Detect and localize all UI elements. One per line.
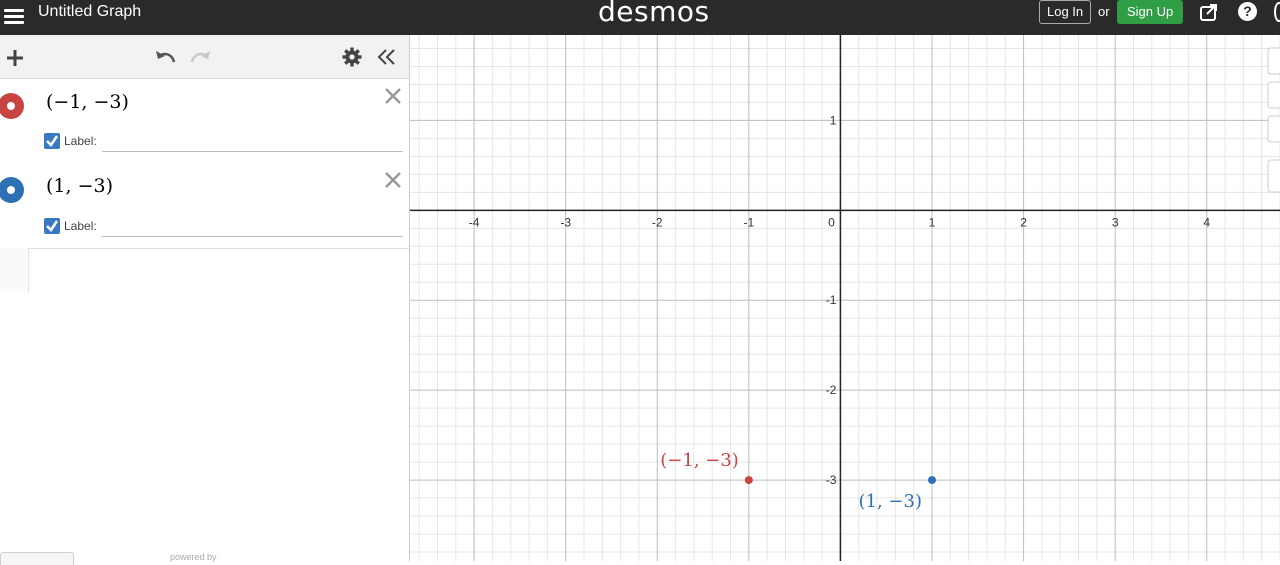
y-tick-label: -3 xyxy=(826,473,837,487)
expression-row-1[interactable]: (−1, −3) Label: xyxy=(0,79,409,164)
expression-latex[interactable]: (1, −3) xyxy=(46,175,113,197)
point-label[interactable]: (1, −3) xyxy=(859,491,922,512)
bottom-tab[interactable] xyxy=(0,552,74,565)
x-tick-label: -4 xyxy=(469,215,480,229)
share-icon[interactable] xyxy=(1199,2,1219,22)
x-tick-label: 2 xyxy=(1020,215,1027,229)
point-color-icon[interactable] xyxy=(0,177,24,203)
graph-point[interactable] xyxy=(744,476,753,485)
close-icon[interactable] xyxy=(384,87,402,105)
expression-list: (−1, −3) Label: (1, −3) Label: powered b… xyxy=(0,35,410,565)
label-input[interactable] xyxy=(102,131,403,152)
signup-button[interactable]: Sign Up xyxy=(1117,0,1184,24)
label-checkbox-text: Label: xyxy=(64,219,97,233)
label-checkbox[interactable] xyxy=(44,133,60,149)
x-tick-label: 4 xyxy=(1203,215,1210,229)
gear-icon[interactable] xyxy=(342,47,362,67)
x-tick-label: -2 xyxy=(652,215,663,229)
x-tick-label: -1 xyxy=(744,215,755,229)
zoom-in-button[interactable] xyxy=(1267,47,1280,75)
login-button[interactable]: Log In xyxy=(1039,0,1092,24)
x-tick-label: 3 xyxy=(1112,215,1119,229)
expression-toolbar xyxy=(0,35,409,79)
expression-latex[interactable]: (−1, −3) xyxy=(46,91,129,113)
axes xyxy=(410,35,1280,561)
or-text: or xyxy=(1098,4,1110,19)
minor-grid xyxy=(410,35,1280,561)
graph-settings-button[interactable] xyxy=(1267,159,1280,193)
graph-canvas[interactable]: -4 -3 -2 -1 0 1 2 3 4 1 -1 -2 -3 -4 (−1, −3) (1, −3) xyxy=(410,35,1280,561)
x-tick-labels: -4 -3 -2 -1 0 1 2 3 4 xyxy=(469,215,1211,229)
undo-icon[interactable] xyxy=(154,47,176,65)
y-tick-label: -2 xyxy=(826,383,837,397)
desmos-logo: desmos xyxy=(598,0,710,28)
y-tick-label: 1 xyxy=(830,113,837,127)
major-grid xyxy=(410,35,1280,561)
close-icon[interactable] xyxy=(384,171,402,189)
expression-row-2[interactable]: (1, −3) Label: xyxy=(0,163,409,249)
new-expression-row[interactable] xyxy=(0,248,29,292)
x-tick-label: 0 xyxy=(828,215,835,229)
y-tick-label: -1 xyxy=(826,293,837,307)
zoom-default-button[interactable] xyxy=(1267,115,1280,143)
hamburger-menu-icon[interactable] xyxy=(4,6,24,28)
point-color-icon[interactable] xyxy=(0,93,24,119)
graph-title[interactable]: Untitled Graph xyxy=(38,3,141,21)
label-input[interactable] xyxy=(102,216,403,237)
x-tick-label: -3 xyxy=(560,215,571,229)
point-label[interactable]: (−1, −3) xyxy=(660,450,739,471)
double-chevron-left-icon[interactable] xyxy=(377,47,397,67)
label-checkbox[interactable] xyxy=(44,218,60,234)
y-tick-labels: 1-1-2-3-4 xyxy=(826,113,837,487)
plus-icon[interactable] xyxy=(6,49,24,67)
label-checkbox-text: Label: xyxy=(64,134,97,148)
redo-icon[interactable] xyxy=(190,47,212,65)
zoom-out-button[interactable] xyxy=(1267,81,1280,109)
top-bar: Untitled Graph desmos Log In or Sign Up … xyxy=(0,0,1280,35)
points-layer: (−1, −3) (1, −3) xyxy=(660,450,936,512)
graph-point[interactable] xyxy=(928,476,936,485)
zoom-controls xyxy=(1267,47,1280,193)
partial-icon[interactable] xyxy=(1274,2,1280,22)
help-icon[interactable]: ? xyxy=(1238,2,1257,21)
x-tick-label: 1 xyxy=(929,215,936,229)
